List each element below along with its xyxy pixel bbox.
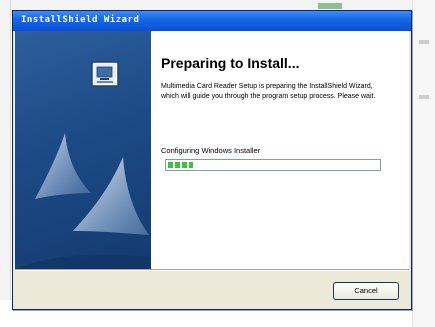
- wizard-content: Preparing to Install... Multimedia Card …: [15, 31, 409, 269]
- wizard-description: Multimedia Card Reader Setup is preparin…: [161, 83, 376, 100]
- button-divider: [15, 269, 409, 271]
- installshield-dialog: InstallShield Wizard Preparing to Instal…: [12, 10, 412, 310]
- window-title: InstallShield Wizard: [21, 15, 140, 25]
- wave-graphic: [15, 133, 151, 269]
- status-text: Configuring Windows Installer: [161, 146, 261, 155]
- background-window-right: [412, 0, 435, 327]
- progress-bar: [165, 159, 381, 171]
- wizard-side-panel: [15, 31, 151, 269]
- wizard-heading: Preparing to Install...: [161, 55, 300, 71]
- background-tick: [419, 95, 429, 99]
- background-accent: [318, 3, 342, 9]
- computer-setup-icon: [91, 61, 119, 87]
- title-bar[interactable]: InstallShield Wizard: [13, 11, 411, 31]
- background-window-left: [0, 0, 11, 300]
- background-tick: [419, 40, 429, 44]
- progress-fill: [168, 162, 193, 168]
- cancel-button[interactable]: Cancel: [333, 282, 399, 300]
